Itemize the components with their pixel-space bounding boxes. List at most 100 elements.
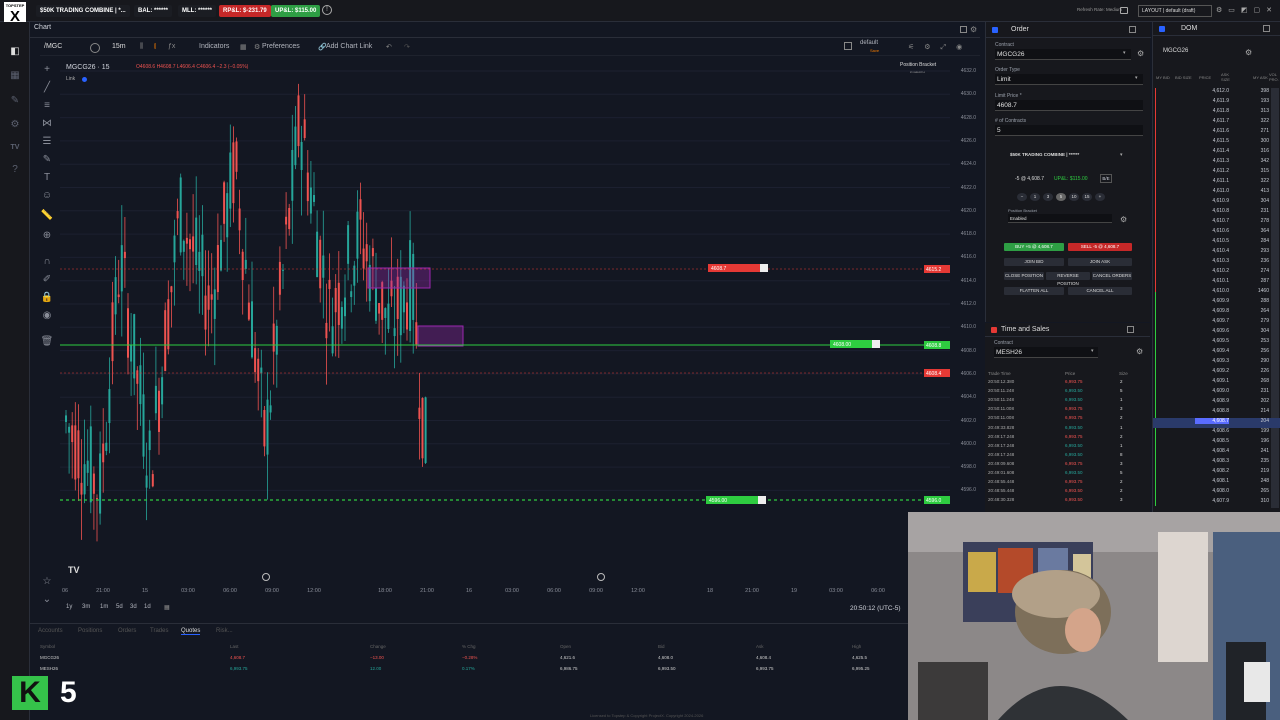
dom-row[interactable]: 4,610.7 278: [1153, 218, 1280, 228]
tab-accounts[interactable]: Accounts: [38, 628, 63, 634]
reverse-position-button[interactable]: REVERSE POSITION: [1046, 272, 1090, 286]
preferences-button[interactable]: Preferences: [262, 43, 300, 50]
pattern-icon[interactable]: ⋈: [40, 118, 54, 130]
crosshair-icon[interactable]: +: [40, 64, 54, 76]
ts-add-icon[interactable]: [1127, 326, 1134, 333]
dom-price[interactable]: 4,608.5: [1195, 438, 1229, 444]
join-ask-button[interactable]: JOIN ASK: [1068, 258, 1132, 266]
close-position-button[interactable]: CLOSE POSITION: [1004, 272, 1044, 280]
sell-button[interactable]: SELL -5 @ 4,608.7: [1068, 243, 1132, 251]
order-settings-icon[interactable]: ⚙: [1137, 49, 1144, 58]
order-add-icon[interactable]: [1129, 26, 1136, 33]
dom-price[interactable]: 4,608.3: [1195, 458, 1229, 464]
dom-row[interactable]: 4,611.6 271: [1153, 128, 1280, 138]
hlines-icon[interactable]: ≡: [40, 100, 54, 112]
trendline-icon[interactable]: ╱: [40, 82, 54, 94]
candle-icon[interactable]: ⫾: [154, 43, 156, 51]
dom-price[interactable]: 4,611.6: [1195, 128, 1229, 134]
breakeven-button[interactable]: B/E: [1100, 174, 1112, 183]
dom-price[interactable]: 4,610.5: [1195, 238, 1229, 244]
ts-contract-select[interactable]: MESH26: [994, 347, 1098, 358]
dom-price[interactable]: 4,609.3: [1195, 358, 1229, 364]
qty-preset-button[interactable]: 5: [1056, 193, 1066, 201]
dom-row[interactable]: 4,610.5 284: [1153, 238, 1280, 248]
info-icon[interactable]: !: [322, 5, 332, 15]
dom-price[interactable]: 4,610.8: [1195, 208, 1229, 214]
trash-icon[interactable]: 🗑: [40, 336, 54, 348]
dom-price[interactable]: 4,610.9: [1195, 198, 1229, 204]
dom-row[interactable]: 4,609.3 290: [1153, 358, 1280, 368]
dom-row[interactable]: 4,609.1 268: [1153, 378, 1280, 388]
symbol-search-input[interactable]: /MGC: [44, 43, 62, 50]
dom-price[interactable]: 4,609.7: [1195, 318, 1229, 324]
collapse-icon[interactable]: ⌄: [40, 594, 54, 606]
dom-price[interactable]: 4,609.4: [1195, 348, 1229, 354]
dom-row[interactable]: 4,610.4 293: [1153, 248, 1280, 258]
dom-price[interactable]: 4,611.9: [1195, 98, 1229, 104]
lock-icon[interactable]: 🔒: [40, 292, 54, 304]
dom-row[interactable]: 4,608.1 248: [1153, 478, 1280, 488]
dom-price[interactable]: 4,610.7: [1195, 218, 1229, 224]
dom-price[interactable]: 4,610.4: [1195, 248, 1229, 254]
time-axis[interactable]: 06 21:00 15 03:00 06:00 09:00 12:00 18:00 21:00 1…: [60, 585, 950, 597]
qty-preset-button[interactable]: 3: [1043, 193, 1053, 201]
dom-price[interactable]: 4,610.0: [1195, 288, 1229, 294]
cancel-orders-button[interactable]: CANCEL ORDERS: [1092, 272, 1132, 280]
dom-row[interactable]: 4,608.4 241: [1153, 448, 1280, 458]
dom-price[interactable]: 4,611.1: [1195, 178, 1229, 184]
dom-row[interactable]: 4,609.4 256: [1153, 348, 1280, 358]
dom-row[interactable]: 4,611.1 322: [1153, 178, 1280, 188]
range-1y[interactable]: 1y: [66, 604, 72, 610]
dom-row[interactable]: 4,610.1 287: [1153, 278, 1280, 288]
compare-icon[interactable]: [90, 43, 100, 53]
magnet-icon[interactable]: ∩: [40, 256, 54, 268]
preferences-icon[interactable]: ⚙: [254, 43, 260, 51]
dom-row[interactable]: 4,607.9 310: [1153, 498, 1280, 508]
dom-price[interactable]: 4,609.8: [1195, 308, 1229, 314]
dom-row[interactable]: 4,608.9 202: [1153, 398, 1280, 408]
dom-row[interactable]: 4,612.0 398: [1153, 88, 1280, 98]
tab-orders[interactable]: Orders: [118, 628, 136, 634]
order-type-select[interactable]: Limit: [995, 74, 1143, 85]
dom-row[interactable]: 4,611.8 313: [1153, 108, 1280, 118]
dom-row[interactable]: 4,609.5 253: [1153, 338, 1280, 348]
dom-price[interactable]: 4,612.0: [1195, 88, 1229, 94]
add-chart-link-button[interactable]: Add Chart Link: [326, 43, 372, 50]
cancel-all-button[interactable]: CANCEL ALL: [1068, 287, 1132, 295]
account-selector[interactable]: $50K TRADING COMBINE | *...: [36, 5, 130, 17]
tab-quotes[interactable]: Quotes: [181, 628, 201, 635]
dom-row[interactable]: 4,608.0 265: [1153, 488, 1280, 498]
display-icon[interactable]: [1120, 7, 1128, 14]
limit-price-input[interactable]: 4608.7: [995, 100, 1143, 111]
tab-positions[interactable]: Positions: [78, 628, 102, 634]
indicators-icon[interactable]: ƒx: [168, 43, 175, 50]
dom-row[interactable]: 4,610.2 274: [1153, 268, 1280, 278]
window-controls[interactable]: ⚙▭◩▢✕: [1216, 6, 1278, 14]
dom-price[interactable]: 4,610.2: [1195, 268, 1229, 274]
layout-name[interactable]: default: [860, 40, 878, 46]
range-3d[interactable]: 3d: [130, 604, 137, 610]
dom-row[interactable]: 4,610.3 236: [1153, 258, 1280, 268]
dom-row[interactable]: 4,609.6 304: [1153, 328, 1280, 338]
dom-price[interactable]: 4,608.1: [1195, 478, 1229, 484]
fib-icon[interactable]: ☰: [40, 136, 54, 148]
dom-price[interactable]: 4,610.3: [1195, 258, 1229, 264]
dom-row[interactable]: 4,611.9 193: [1153, 98, 1280, 108]
bar-style-icon[interactable]: ⫼: [140, 43, 143, 51]
text-icon[interactable]: T: [40, 172, 54, 184]
tab-trades[interactable]: Trades: [150, 628, 168, 634]
dom-row[interactable]: 4,611.5 300: [1153, 138, 1280, 148]
dom-settings-icon[interactable]: ⚙: [1245, 48, 1252, 57]
dom-row[interactable]: 4,609.2 226: [1153, 368, 1280, 378]
dom-price[interactable]: 4,609.2: [1195, 368, 1229, 374]
dom-price[interactable]: 4,611.7: [1195, 118, 1229, 124]
dom-row[interactable]: 4,609.8 264: [1153, 308, 1280, 318]
dom-row[interactable]: 4,608.8 214: [1153, 408, 1280, 418]
dom-price[interactable]: 4,611.4: [1195, 148, 1229, 154]
tv-nav-icon[interactable]: TV: [8, 142, 22, 154]
layout-icon[interactable]: [844, 42, 852, 50]
dom-price[interactable]: 4,611.8: [1195, 108, 1229, 114]
panel-settings-icon[interactable]: ⚙: [970, 25, 977, 34]
dom-row[interactable]: 4,609.7 279: [1153, 318, 1280, 328]
range-5d[interactable]: 5d: [116, 604, 123, 610]
